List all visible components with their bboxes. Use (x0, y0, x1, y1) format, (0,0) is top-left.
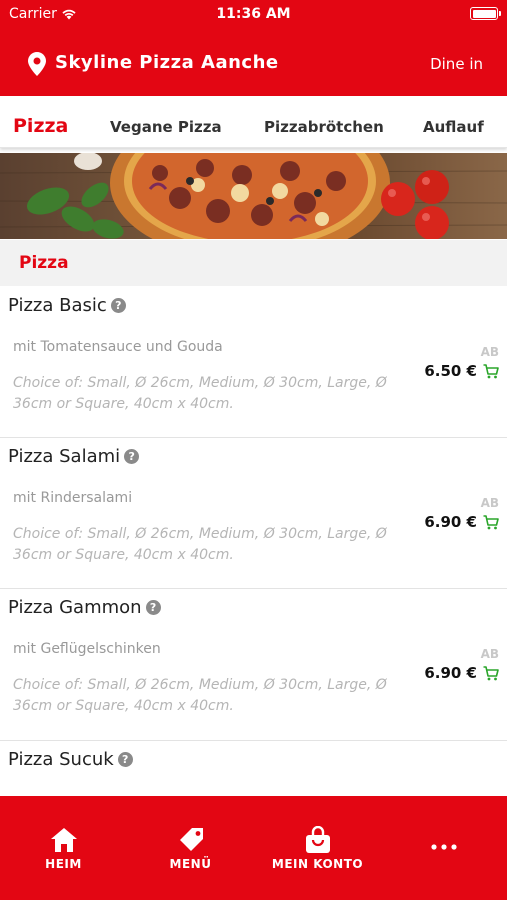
status-time: 11:36 AM (216, 6, 291, 22)
info-icon[interactable]: ? (124, 449, 140, 464)
item-choice-text: Choice of: Small, Ø 26cm, Medium, Ø 30cm… (13, 526, 387, 563)
more-icon (430, 844, 457, 850)
item-name: Pizza Gammon (8, 597, 142, 618)
price-prefix: AB (480, 496, 499, 510)
header-nav-row: Skyline Pizza Aanche Dine in (0, 44, 507, 84)
bottom-navigation: HEIM MENÜ MEIN KONTO (0, 796, 507, 900)
section-title: Pizza (19, 253, 69, 273)
cart-icon[interactable] (483, 514, 499, 530)
cart-icon[interactable] (483, 665, 499, 681)
nav-home[interactable]: HEIM (0, 796, 127, 900)
category-tabs: Pizza Vegane Pizza Pizzabrötchen Auflauf (0, 96, 507, 148)
item-name-row: Pizza Salami ? (8, 446, 140, 467)
tag-icon (179, 828, 203, 851)
item-description: mit Tomatensauce und Gouda (13, 339, 223, 355)
bag-icon (305, 826, 330, 853)
pizza-banner-illustration (0, 153, 507, 239)
price-prefix: AB (480, 345, 499, 359)
item-name-row: Pizza Basic ? (8, 295, 126, 316)
menu-item[interactable]: Pizza Gammon ? mit Geflügelschinken Choi… (0, 589, 507, 741)
price-prefix: AB (480, 647, 499, 661)
nav-menu-label: MENÜ (169, 857, 212, 871)
nav-more[interactable] (380, 796, 507, 900)
location-pin-icon (28, 52, 46, 76)
price-row[interactable]: 6.90 € (424, 513, 499, 531)
info-icon[interactable]: ? (110, 298, 126, 313)
app-header: Carrier 11:36 AM Skyline Pizza Aanche Di… (0, 0, 507, 96)
item-choice-text: Choice of: Small, Ø 26cm, Medium, Ø 30cm… (13, 677, 387, 714)
item-name: Pizza Sucuk (8, 749, 114, 770)
price-row[interactable]: 6.50 € (424, 362, 499, 380)
tab-pizza[interactable]: Pizza (13, 115, 68, 137)
item-price: 6.90 € (424, 664, 477, 682)
nav-account-label: MEIN KONTO (271, 857, 364, 871)
item-description: mit Geflügelschinken (13, 641, 161, 657)
tab-pizzabroetchen[interactable]: Pizzabrötchen (264, 118, 384, 136)
menu-item[interactable]: Pizza Basic ? mit Tomatensauce und Gouda… (0, 287, 507, 438)
section-header: Pizza (0, 240, 507, 286)
item-description: mit Rindersalami (13, 490, 133, 506)
item-name: Pizza Salami (8, 446, 121, 467)
home-icon (50, 828, 77, 852)
shop-name[interactable]: Skyline Pizza Aanche (55, 52, 279, 73)
nav-account[interactable]: MEIN KONTO (254, 796, 381, 900)
item-name-row: Pizza Gammon ? (8, 597, 161, 618)
menu-item[interactable]: Pizza Sucuk ? (0, 741, 507, 796)
menu-item[interactable]: Pizza Salami ? mit Rindersalami Choice o… (0, 438, 507, 589)
item-name: Pizza Basic (8, 295, 107, 316)
status-bar: Carrier 11:36 AM (0, 0, 507, 28)
info-icon[interactable]: ? (145, 600, 161, 615)
item-name-row: Pizza Sucuk ? (8, 749, 133, 770)
category-banner-image (0, 153, 507, 239)
nav-menu[interactable]: MENÜ (127, 796, 254, 900)
price-row[interactable]: 6.90 € (424, 664, 499, 682)
item-choice-text: Choice of: Small, Ø 26cm, Medium, Ø 30cm… (13, 375, 387, 412)
item-price: 6.50 € (424, 362, 477, 380)
item-price: 6.90 € (424, 513, 477, 531)
nav-home-label: HEIM (45, 857, 82, 871)
tab-auflauf[interactable]: Auflauf (423, 118, 484, 136)
dine-in-toggle[interactable]: Dine in (430, 55, 483, 73)
tab-vegane-pizza[interactable]: Vegane Pizza (110, 118, 222, 136)
info-icon[interactable]: ? (117, 752, 133, 767)
cart-icon[interactable] (483, 363, 499, 379)
battery-icon (470, 7, 501, 20)
